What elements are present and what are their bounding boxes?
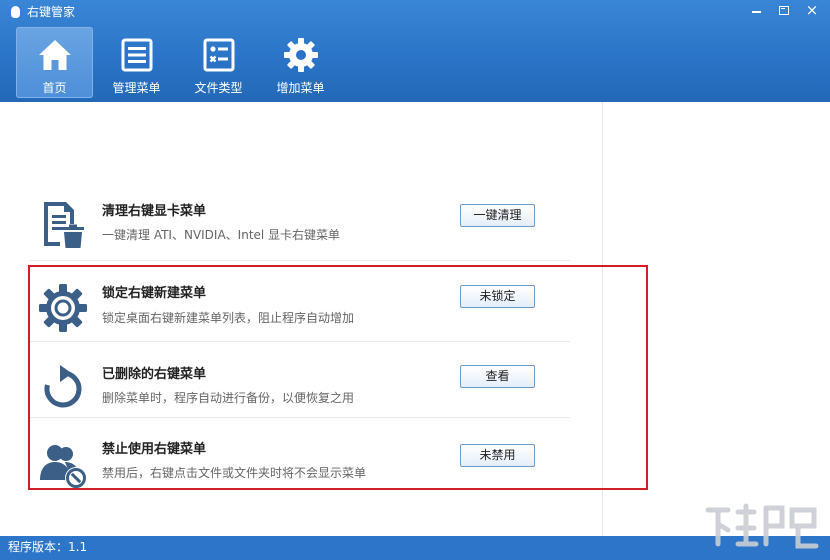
nav-item-manage-menu[interactable]: 管理菜单: [98, 27, 175, 98]
row-title: 锁定右键新建菜单: [102, 286, 207, 301]
divider: [30, 417, 570, 418]
title-header: 右键管家 × 首页 管理菜单 文件类型 增加菜单: [0, 0, 830, 102]
main-content: 清理右键显卡菜单 一键清理 ATI、NVIDIA、Intel 显卡右键菜单 一键…: [3, 102, 603, 536]
row-description: 禁用后，右键点击文件或文件夹时将不会显示菜单: [102, 466, 367, 480]
minimize-button[interactable]: [742, 0, 770, 20]
view-deleted-button[interactable]: 查看: [460, 365, 535, 388]
row-description: 锁定桌面右键新建菜单列表，阻止程序自动增加: [102, 311, 355, 325]
row-title: 已删除的右键菜单: [102, 367, 207, 382]
row-description: 一键清理 ATI、NVIDIA、Intel 显卡右键菜单: [102, 228, 341, 242]
nav-item-label: 首页: [42, 81, 67, 95]
window-title: 右键管家: [27, 5, 76, 19]
user-block-icon: [38, 440, 88, 490]
window-controls: ×: [742, 0, 826, 20]
file-type-icon: [200, 36, 238, 74]
lock-status-button[interactable]: 未锁定: [460, 285, 535, 308]
gear-icon: [38, 283, 88, 333]
list-item-deleted-menu: 已删除的右键菜单 删除菜单时，程序自动进行备份，以便恢复之用 查看: [30, 342, 570, 420]
list-item-lock-new-menu: 锁定右键新建菜单 锁定桌面右键新建菜单列表，阻止程序自动增加 未锁定: [30, 261, 570, 342]
version-label: 程序版本：1.1: [8, 540, 88, 554]
nav-item-label: 增加菜单: [276, 81, 325, 95]
app-logo-icon: [11, 6, 20, 18]
restore-icon: [779, 5, 789, 15]
minimize-icon: [751, 11, 761, 13]
nav-item-label: 文件类型: [194, 81, 243, 95]
disable-status-button[interactable]: 未禁用: [460, 444, 535, 467]
app-window: 右键管家 × 首页 管理菜单 文件类型 增加菜单 清理右键显卡菜单 一键清理 A…: [0, 0, 830, 560]
row-title: 禁止使用右键菜单: [102, 442, 207, 457]
document-trash-icon: [38, 200, 88, 250]
nav-item-label: 管理菜单: [112, 81, 161, 95]
main-nav: 首页 管理菜单 文件类型 增加菜单: [16, 27, 344, 98]
one-click-clean-button[interactable]: 一键清理: [460, 204, 535, 227]
close-button[interactable]: ×: [798, 0, 826, 20]
gear-icon: [282, 36, 320, 74]
list-item-disable-menu: 禁止使用右键菜单 禁用后，右键点击文件或文件夹时将不会显示菜单 未禁用: [30, 420, 570, 498]
row-title: 清理右键显卡菜单: [102, 204, 207, 219]
nav-item-file-type[interactable]: 文件类型: [180, 27, 257, 98]
nav-item-add-menu[interactable]: 增加菜单: [262, 27, 339, 98]
menu-list-icon: [118, 36, 156, 74]
restore-button[interactable]: [770, 0, 798, 20]
list-item-clean-gpu-menu: 清理右键显卡菜单 一键清理 ATI、NVIDIA、Intel 显卡右键菜单 一键…: [30, 183, 570, 261]
refresh-icon: [38, 364, 88, 414]
row-description: 删除菜单时，程序自动进行备份，以便恢复之用: [102, 391, 355, 405]
side-panel: [604, 102, 826, 536]
nav-item-home[interactable]: 首页: [16, 27, 93, 98]
home-icon: [36, 36, 74, 74]
watermark-logo-icon: [705, 503, 819, 549]
